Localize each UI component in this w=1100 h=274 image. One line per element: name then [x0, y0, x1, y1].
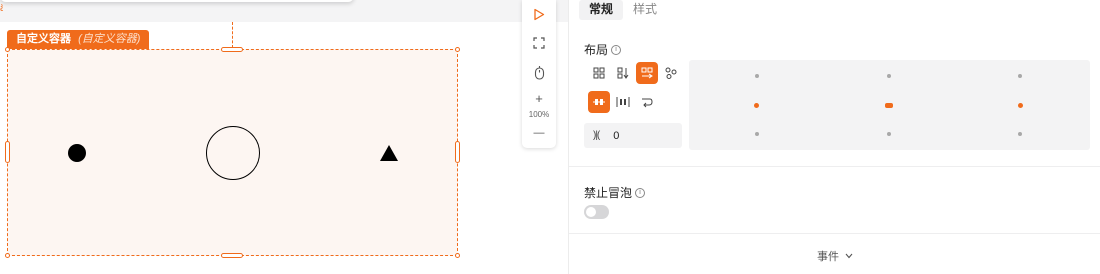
gap-value: 0 — [613, 129, 620, 142]
panel-tabs: 常规 样式 — [579, 0, 667, 20]
info-icon[interactable]: i — [611, 44, 622, 55]
play-icon — [534, 8, 545, 20]
child-dot-shape[interactable] — [68, 144, 86, 162]
layout-grid-button[interactable] — [588, 62, 610, 84]
tab-style[interactable]: 样式 — [623, 0, 667, 20]
resize-handle-bottom-right[interactable] — [455, 253, 460, 258]
gap-icon: )|( — [593, 130, 600, 141]
layout-label: 布局 — [584, 43, 609, 57]
canvas-toolbar: + 100% — — [522, 0, 556, 148]
layout-vertical-button[interactable] — [612, 62, 634, 84]
container-title: 自定义容器 — [16, 33, 71, 45]
resize-handle-left[interactable] — [5, 141, 10, 163]
wrap-icon — [642, 98, 653, 108]
space-between-icon — [616, 97, 630, 107]
resize-handle-top-left[interactable] — [5, 47, 10, 52]
grid-layout-icon — [593, 67, 605, 79]
overlay-panel-edge — [0, 0, 354, 2]
layout-section-label: 布局 i — [584, 41, 622, 58]
align-center-button[interactable] — [588, 91, 610, 113]
align-top-right[interactable] — [1018, 74, 1022, 78]
align-middle-center[interactable] — [885, 103, 893, 108]
offscreen-label-fragment: ä — [0, 3, 3, 14]
zoom-in-button[interactable]: + — [522, 88, 556, 108]
bubble-label: 禁止冒泡 — [584, 186, 633, 200]
align-bottom-left[interactable] — [755, 132, 759, 136]
gap-input[interactable]: )|( 0 — [584, 123, 682, 148]
resize-handle-top-right[interactable] — [455, 47, 460, 52]
fullscreen-icon — [533, 37, 545, 49]
design-canvas[interactable]: ä 自定义容器 (自定义容器) + 100% — — [0, 0, 568, 274]
align-middle-right[interactable] — [1018, 103, 1023, 108]
align-top-left[interactable] — [755, 74, 759, 78]
resize-handle-right[interactable] — [455, 141, 460, 163]
fit-screen-button[interactable] — [522, 33, 556, 53]
bubble-section-label: 禁止冒泡 i — [584, 184, 646, 201]
free-layout-icon — [665, 67, 677, 79]
child-triangle-shape[interactable] — [380, 145, 398, 161]
container-alias: (自定义容器) — [78, 33, 141, 45]
alignment-guide — [232, 22, 233, 48]
properties-panel: 常规 样式 布局 i )|( 0 禁止冒泡 i 事件 — [568, 0, 1100, 274]
wrap-button[interactable] — [636, 91, 658, 113]
chevron-down-icon — [845, 253, 853, 259]
layout-horizontal-button[interactable] — [636, 62, 658, 84]
preview-play-button[interactable] — [522, 4, 556, 24]
info-icon[interactable]: i — [635, 187, 646, 198]
align-bottom-center[interactable] — [887, 132, 891, 136]
align-top-center[interactable] — [887, 74, 891, 78]
resize-handle-top[interactable] — [221, 47, 243, 52]
space-between-button[interactable] — [612, 91, 634, 113]
events-label: 事件 — [816, 251, 839, 263]
section-divider — [569, 233, 1100, 234]
child-circle-shape[interactable] — [206, 126, 260, 180]
container-tag[interactable]: 自定义容器 (自定义容器) — [7, 30, 150, 49]
tab-general[interactable]: 常规 — [579, 0, 624, 20]
layout-free-button[interactable] — [660, 62, 682, 84]
toggle-knob — [586, 207, 596, 217]
section-divider — [569, 166, 1100, 167]
mouse-mode-button[interactable] — [522, 63, 556, 83]
zoom-out-button[interactable]: — — [522, 123, 556, 143]
align-center-icon — [593, 99, 605, 105]
vertical-flow-icon — [617, 67, 629, 79]
align-bottom-right[interactable] — [1018, 132, 1022, 136]
align-middle-left[interactable] — [754, 103, 759, 108]
zoom-level: 100% — [528, 110, 550, 119]
horizontal-flow-icon — [641, 67, 653, 79]
mouse-icon — [534, 66, 544, 80]
alignment-grid — [689, 60, 1090, 150]
events-section-toggle[interactable]: 事件 — [569, 248, 1100, 264]
resize-handle-bottom-left[interactable] — [5, 253, 10, 258]
stop-propagation-toggle[interactable] — [584, 205, 609, 219]
resize-handle-bottom[interactable] — [221, 253, 243, 258]
